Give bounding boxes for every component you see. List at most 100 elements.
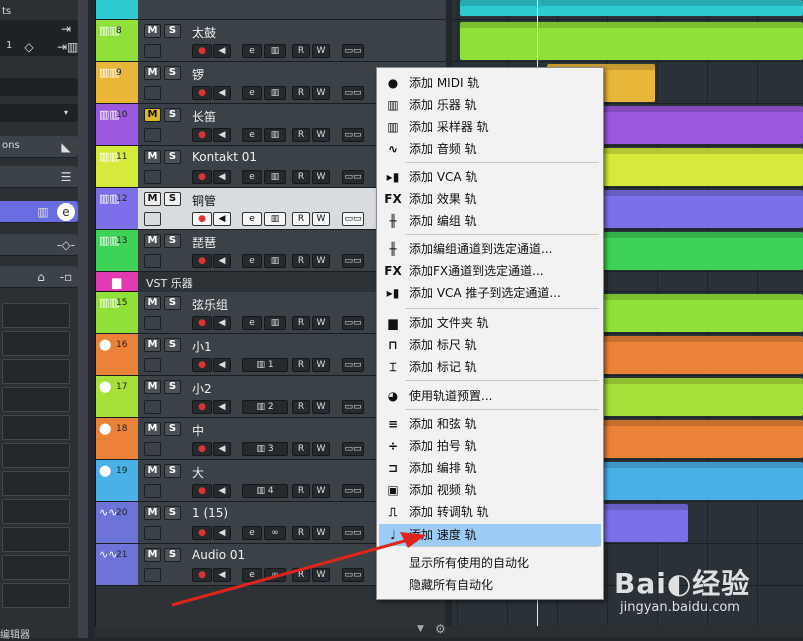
speaker-icon[interactable]: ◀ bbox=[213, 44, 231, 58]
record-button[interactable]: ● bbox=[192, 128, 212, 142]
track-name[interactable]: Audio 01 bbox=[192, 548, 245, 562]
edit-button[interactable]: e bbox=[242, 316, 262, 330]
speaker-icon[interactable]: ◀ bbox=[213, 86, 231, 100]
mute-button[interactable]: M bbox=[144, 108, 161, 122]
record-button[interactable]: ● bbox=[192, 400, 212, 414]
track-name[interactable]: 小2 bbox=[192, 380, 212, 397]
track-name[interactable]: Kontakt 01 bbox=[192, 150, 257, 164]
read-automation-button[interactable]: R bbox=[292, 170, 310, 184]
insert-slot[interactable] bbox=[2, 443, 70, 468]
inspector-row[interactable]: ⇥ bbox=[0, 20, 78, 38]
speaker-icon[interactable]: ◀ bbox=[213, 568, 231, 582]
read-automation-button[interactable]: R bbox=[292, 400, 310, 414]
inspector-row-ons[interactable]: ons ◣ bbox=[0, 136, 78, 158]
insert-slot[interactable] bbox=[2, 359, 70, 384]
read-automation-button[interactable]: R bbox=[292, 254, 310, 268]
mute-button[interactable]: M bbox=[144, 380, 161, 394]
gear-icon[interactable]: ⚙ bbox=[435, 622, 446, 636]
menu-item[interactable]: FX 添加FX通道到选定通道... bbox=[379, 260, 601, 282]
read-automation-button[interactable]: R bbox=[292, 316, 310, 330]
track-row[interactable]: ▥▥ 8 M S 太鼓 ● ◀ e ▥ R W ▭▭ bbox=[96, 20, 446, 62]
solo-button[interactable]: S bbox=[164, 422, 181, 436]
insert-slot[interactable] bbox=[2, 471, 70, 496]
solo-button[interactable]: S bbox=[164, 24, 181, 38]
speaker-icon[interactable]: ◀ bbox=[213, 254, 231, 268]
track-name[interactable]: 大 bbox=[192, 464, 204, 481]
record-button[interactable]: ● bbox=[192, 526, 212, 540]
midi-channel[interactable]: ▥ 1 bbox=[242, 358, 288, 372]
speaker-icon[interactable]: ◀ bbox=[213, 170, 231, 184]
lane-icon[interactable]: ▭▭ bbox=[342, 170, 364, 184]
menu-item[interactable]: ◕ 使用轨道预置... bbox=[379, 385, 601, 407]
menu-item[interactable]: ⌶ 添加 标记 轨 bbox=[379, 356, 601, 378]
dropdown-icon[interactable]: ▼ bbox=[417, 624, 424, 634]
inspector-row[interactable]: 1 ◇ ⇥▥ bbox=[0, 38, 78, 56]
speaker-icon[interactable]: ◀ bbox=[213, 128, 231, 142]
track-top-partial[interactable] bbox=[96, 0, 446, 20]
track-name[interactable]: 锣 bbox=[192, 66, 204, 83]
solo-button[interactable]: S bbox=[164, 108, 181, 122]
record-button[interactable]: ● bbox=[192, 254, 212, 268]
track-name[interactable]: 弦乐组 bbox=[192, 296, 228, 313]
menu-item[interactable]: ⊓ 添加 标尺 轨 bbox=[379, 334, 601, 356]
record-button[interactable]: ● bbox=[192, 170, 212, 184]
mute-button[interactable]: M bbox=[144, 422, 161, 436]
mute-button[interactable]: M bbox=[144, 66, 161, 80]
menu-item[interactable]: FX 添加 效果 轨 bbox=[379, 188, 601, 210]
lane-icon[interactable]: ▭▭ bbox=[342, 484, 364, 498]
insert-slot[interactable] bbox=[2, 387, 70, 412]
lane-icon[interactable]: ▭▭ bbox=[342, 128, 364, 142]
piano-icon[interactable]: ▥ bbox=[264, 254, 286, 268]
insert-slot[interactable] bbox=[2, 303, 70, 328]
edit-button[interactable]: e bbox=[242, 170, 262, 184]
menu-item[interactable]: ∿ 添加 音频 轨 bbox=[379, 138, 601, 160]
record-button[interactable]: ● bbox=[192, 86, 212, 100]
solo-button[interactable]: S bbox=[164, 234, 181, 248]
midi-channel[interactable]: ▥ 2 bbox=[242, 400, 288, 414]
record-button[interactable]: ● bbox=[192, 316, 212, 330]
read-automation-button[interactable]: R bbox=[292, 212, 310, 226]
menu-item[interactable]: 隐藏所有自动化 bbox=[379, 574, 601, 596]
track-checkbox[interactable] bbox=[144, 400, 161, 414]
lane-icon[interactable]: ▭▭ bbox=[342, 442, 364, 456]
read-automation-button[interactable]: R bbox=[292, 442, 310, 456]
read-automation-button[interactable]: R bbox=[292, 128, 310, 142]
lane-icon[interactable]: ▭▭ bbox=[342, 212, 364, 226]
write-automation-button[interactable]: W bbox=[312, 44, 330, 58]
solo-button[interactable]: S bbox=[164, 506, 181, 520]
edit-button[interactable]: e bbox=[242, 568, 262, 582]
write-automation-button[interactable]: W bbox=[312, 568, 330, 582]
solo-button[interactable]: S bbox=[164, 66, 181, 80]
insert-slot[interactable] bbox=[2, 499, 70, 524]
mute-button[interactable]: M bbox=[144, 338, 161, 352]
mute-button[interactable]: M bbox=[144, 150, 161, 164]
mute-button[interactable]: M bbox=[144, 24, 161, 38]
read-automation-button[interactable]: R bbox=[292, 568, 310, 582]
menu-item[interactable]: ▆ 添加 文件夹 轨 bbox=[379, 312, 601, 334]
menu-item[interactable]: ▥ 添加 采样器 轨 bbox=[379, 116, 601, 138]
lane-icon[interactable]: ▭▭ bbox=[342, 358, 364, 372]
lane-icon[interactable]: ▭▭ bbox=[342, 568, 364, 582]
lane-icon[interactable]: ▭▭ bbox=[342, 254, 364, 268]
record-button[interactable]: ● bbox=[192, 568, 212, 582]
solo-button[interactable]: S bbox=[164, 548, 181, 562]
event-clip[interactable] bbox=[460, 0, 803, 16]
write-automation-button[interactable]: W bbox=[312, 442, 330, 456]
solo-button[interactable]: S bbox=[164, 380, 181, 394]
speaker-icon[interactable]: ◀ bbox=[213, 212, 231, 226]
menu-item[interactable]: 显示所有使用的自动化 bbox=[379, 552, 601, 574]
inspector-row[interactable]: -◇- bbox=[0, 234, 78, 256]
menu-item[interactable]: ▸▮ 添加 VCA 轨 bbox=[379, 166, 601, 188]
piano-icon[interactable]: ▥ bbox=[264, 44, 286, 58]
menu-item[interactable]: ● 添加 MIDI 轨 bbox=[379, 72, 601, 94]
read-automation-button[interactable]: R bbox=[292, 526, 310, 540]
mute-button[interactable]: M bbox=[144, 296, 161, 310]
edit-button[interactable]: e bbox=[242, 212, 262, 226]
read-automation-button[interactable]: R bbox=[292, 86, 310, 100]
write-automation-button[interactable]: W bbox=[312, 212, 330, 226]
edit-button[interactable]: e bbox=[242, 86, 262, 100]
track-name[interactable]: 铜管 bbox=[192, 192, 216, 209]
insert-slot[interactable] bbox=[2, 527, 70, 552]
solo-button[interactable]: S bbox=[164, 296, 181, 310]
track-checkbox[interactable] bbox=[144, 526, 161, 540]
